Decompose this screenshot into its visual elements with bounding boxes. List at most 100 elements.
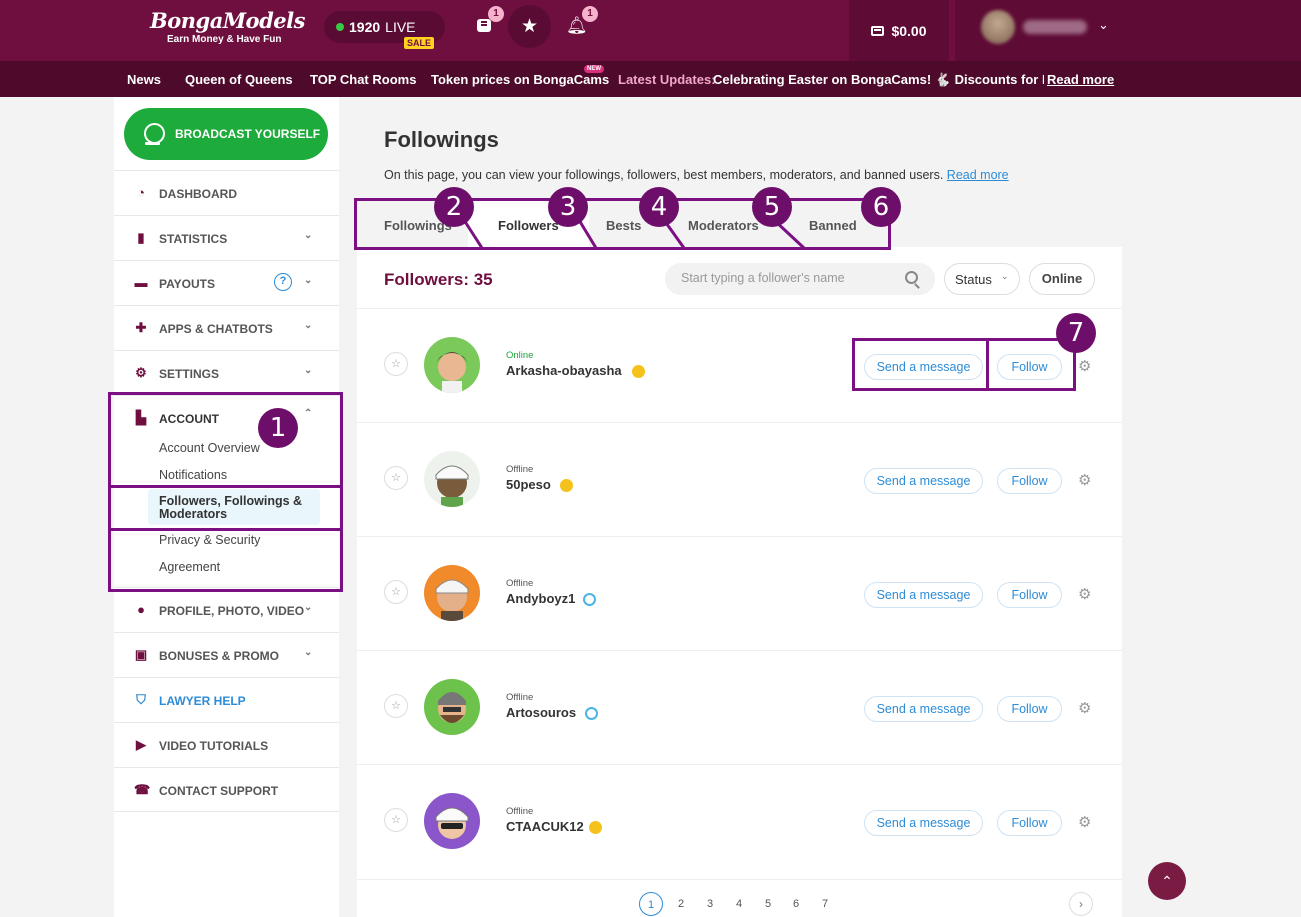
subnav-read-more[interactable]: Read more bbox=[1047, 72, 1114, 87]
page-7[interactable]: 7 bbox=[813, 892, 837, 916]
avatar[interactable] bbox=[424, 451, 480, 507]
send-message-button[interactable]: Send a message bbox=[864, 696, 983, 722]
gauge-icon: ◔ bbox=[137, 185, 145, 200]
live-dot-icon bbox=[336, 23, 344, 31]
annotation-number-1: 1 bbox=[258, 408, 298, 448]
sidebar-item-statistics[interactable]: ▮ STATISTICS ⌄ bbox=[114, 215, 339, 260]
favorites-star-icon[interactable]: ★ bbox=[508, 5, 551, 48]
search-icon[interactable] bbox=[905, 271, 918, 284]
latest-updates-label: Latest Updates: bbox=[618, 72, 716, 87]
sidebar-item-settings[interactable]: ⚙ SETTINGS ⌄ bbox=[114, 350, 339, 395]
divider bbox=[357, 879, 1122, 880]
puzzle-icon: ✚ bbox=[135, 320, 147, 335]
avatar[interactable] bbox=[424, 565, 480, 621]
page-1[interactable]: 1 bbox=[639, 892, 663, 916]
gear-icon[interactable]: ⚙ bbox=[1078, 813, 1091, 831]
send-message-button[interactable]: Send a message bbox=[864, 468, 983, 494]
star-icon[interactable]: ☆ bbox=[384, 352, 408, 376]
status-label: Status bbox=[955, 272, 992, 287]
star-icon[interactable]: ☆ bbox=[384, 694, 408, 718]
table-row: ☆ Offline 50peso Send a message Follow ⚙ bbox=[357, 422, 1122, 536]
sidebar-item-label: LAWYER HELP bbox=[159, 694, 246, 708]
username-blurred bbox=[1023, 20, 1087, 34]
send-message-button[interactable]: Send a message bbox=[864, 582, 983, 608]
row-username[interactable]: Artosouros bbox=[506, 705, 576, 720]
scroll-to-top-icon[interactable]: ⌃ bbox=[1148, 862, 1186, 900]
sidebar-item-video-tutorials[interactable]: ▶ VIDEO TUTORIALS bbox=[114, 722, 339, 767]
subnav-queen[interactable]: Queen of Queens bbox=[185, 72, 293, 87]
sidebar-item-apps[interactable]: ✚ APPS & CHATBOTS ⌄ bbox=[114, 305, 339, 350]
avatar[interactable] bbox=[424, 793, 480, 849]
annotation-number-3: 3 bbox=[548, 187, 588, 227]
sidebar-item-bonuses[interactable]: ▣ BONUSES & PROMO ⌄ bbox=[114, 632, 339, 677]
page-3[interactable]: 3 bbox=[698, 892, 722, 916]
description-read-more[interactable]: Read more bbox=[947, 168, 1009, 182]
status-dropdown[interactable]: Status ⌄ bbox=[944, 263, 1020, 295]
person-icon: ● bbox=[137, 602, 145, 617]
news-ticker[interactable]: Celebrating Easter on BongaCams! 🐇 Disco… bbox=[713, 72, 1044, 88]
follow-button[interactable]: Follow bbox=[997, 582, 1062, 608]
page-6[interactable]: 6 bbox=[784, 892, 808, 916]
sidebar-item-dashboard[interactable]: ◔ DASHBOARD bbox=[114, 170, 339, 215]
blue-level-icon bbox=[583, 593, 596, 606]
broadcast-label: BROADCAST YOURSELF bbox=[175, 127, 321, 141]
gear-icon[interactable]: ⚙ bbox=[1078, 699, 1091, 717]
page-5[interactable]: 5 bbox=[756, 892, 780, 916]
annotation-number-4: 4 bbox=[639, 187, 679, 227]
subnav-top-chat[interactable]: TOP Chat Rooms bbox=[310, 72, 416, 87]
chevron-right-icon[interactable]: › bbox=[1069, 892, 1093, 916]
user-menu[interactable]: ⌄ bbox=[955, 0, 1301, 61]
page-title: Followings bbox=[384, 127, 499, 152]
new-badge: NEW bbox=[584, 65, 604, 73]
online-filter-button[interactable]: Online bbox=[1029, 263, 1095, 295]
bar-chart-icon: ▮ bbox=[137, 230, 145, 245]
logo[interactable]: BongaModels Earn Money & Have Fun bbox=[150, 8, 310, 54]
subnav-token-prices[interactable]: Token prices on BongaCams bbox=[431, 72, 609, 87]
subnav-news[interactable]: News bbox=[127, 72, 161, 87]
avatar[interactable] bbox=[424, 679, 480, 735]
row-username[interactable]: Arkasha-obayasha bbox=[506, 363, 622, 378]
live-label: LIVE bbox=[385, 19, 416, 35]
gold-level-icon bbox=[560, 479, 573, 492]
broadcast-button[interactable]: BROADCAST YOURSELF bbox=[124, 108, 328, 160]
follow-button[interactable]: Follow bbox=[997, 696, 1062, 722]
row-username[interactable]: CTAACUK12 bbox=[506, 819, 584, 834]
sub-navigation: News Queen of Queens TOP Chat Rooms Toke… bbox=[0, 61, 1301, 97]
follow-button[interactable]: Follow bbox=[997, 810, 1062, 836]
row-status: Online bbox=[506, 350, 534, 361]
webcam-icon bbox=[143, 123, 165, 145]
balance-amount: $0.00 bbox=[891, 22, 927, 39]
gold-level-icon bbox=[632, 365, 645, 378]
star-icon[interactable]: ☆ bbox=[384, 580, 408, 604]
sidebar-item-profile[interactable]: ● PROFILE, PHOTO, VIDEO ⌄ bbox=[114, 587, 339, 632]
live-count: 1920 bbox=[349, 19, 381, 35]
gear-icon[interactable]: ⚙ bbox=[1078, 471, 1091, 489]
avatar[interactable] bbox=[424, 337, 480, 393]
notifications-badge: 1 bbox=[582, 6, 598, 22]
sidebar-item-label: APPS & CHATBOTS bbox=[159, 322, 273, 336]
gear-icon[interactable]: ⚙ bbox=[1078, 585, 1091, 603]
row-username[interactable]: Andyboyz1 bbox=[506, 591, 575, 606]
sidebar-item-contact[interactable]: ☎ CONTACT SUPPORT bbox=[114, 767, 339, 812]
card-icon: ▬ bbox=[134, 275, 148, 290]
balance-button[interactable]: $0.00 bbox=[849, 0, 949, 61]
star-icon[interactable]: ☆ bbox=[384, 466, 408, 490]
sidebar-item-payouts[interactable]: ▬ PAYOUTS ? ⌄ bbox=[114, 260, 339, 305]
send-message-button[interactable]: Send a message bbox=[864, 810, 983, 836]
star-icon[interactable]: ☆ bbox=[384, 808, 408, 832]
gear-icon[interactable]: ⚙ bbox=[1078, 357, 1091, 375]
row-status: Offline bbox=[506, 692, 534, 703]
page-4[interactable]: 4 bbox=[727, 892, 751, 916]
row-status: Offline bbox=[506, 464, 534, 475]
annotation-number-2: 2 bbox=[434, 187, 474, 227]
gold-level-icon bbox=[589, 821, 602, 834]
annotation-number-7: 7 bbox=[1056, 313, 1096, 353]
follow-button[interactable]: Follow bbox=[997, 468, 1062, 494]
sidebar-item-lawyer[interactable]: ⛉ LAWYER HELP bbox=[114, 677, 339, 722]
logo-text: BongaModels bbox=[150, 8, 305, 33]
page-2[interactable]: 2 bbox=[669, 892, 693, 916]
row-username[interactable]: 50peso bbox=[506, 477, 551, 492]
search-placeholder: Start typing a follower's name bbox=[681, 271, 845, 285]
help-icon[interactable]: ? bbox=[274, 273, 292, 291]
search-input[interactable]: Start typing a follower's name bbox=[665, 263, 935, 295]
